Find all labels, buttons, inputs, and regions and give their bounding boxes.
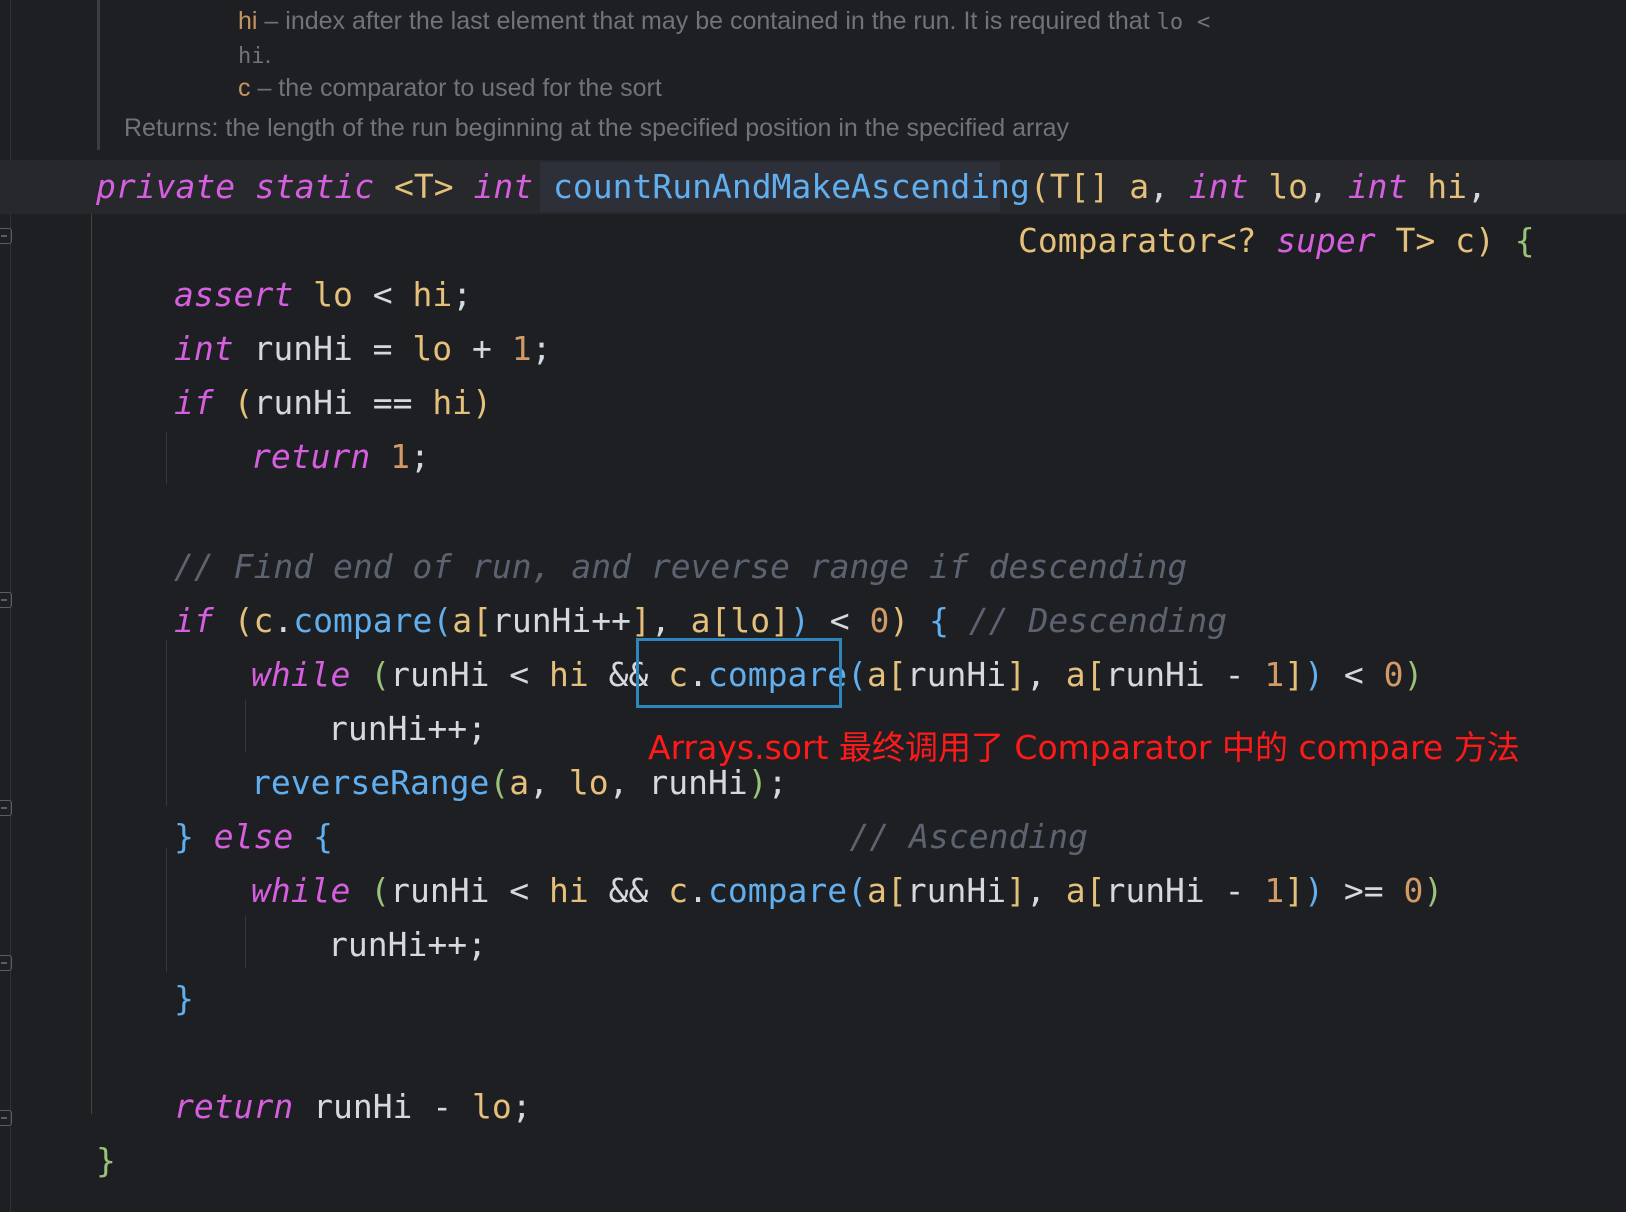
fold-marker-icon[interactable] bbox=[0, 1110, 12, 1126]
fold-marker-icon[interactable] bbox=[0, 592, 12, 608]
javadoc-hi-line: hi – index after the last element that m… bbox=[238, 7, 1211, 35]
indent-guide bbox=[166, 848, 167, 972]
fold-marker-icon[interactable] bbox=[0, 800, 12, 816]
indent-guide bbox=[166, 432, 167, 484]
fold-marker-icon[interactable] bbox=[0, 228, 12, 244]
code-editor[interactable]: hi – index after the last element that m… bbox=[0, 0, 1626, 1212]
indent-guide bbox=[166, 640, 167, 806]
code-line-signature-cont[interactable]: Comparator<? super T> c) { bbox=[1018, 214, 1535, 268]
code-line-if-runhi[interactable]: if (runHi == hi) bbox=[174, 376, 492, 430]
javadoc-c-line: c – the comparator to used for the sort bbox=[238, 74, 662, 102]
javadoc-bar bbox=[97, 0, 100, 150]
code-comment[interactable]: // Find end of run, and reverse range if… bbox=[174, 540, 1187, 594]
code-line-signature[interactable]: private static <T> int countRunAndMakeAs… bbox=[96, 160, 1487, 214]
indent-guide bbox=[245, 916, 246, 968]
code-line-else[interactable]: } else { // Ascending bbox=[174, 810, 1088, 864]
code-line-increment[interactable]: runHi++; bbox=[328, 702, 487, 756]
code-line-int-runhi[interactable]: int runHi = lo + 1; bbox=[174, 322, 552, 376]
javadoc-hi-line-cont: hi. bbox=[238, 41, 272, 69]
code-line-return-runhi[interactable]: return runHi - lo; bbox=[174, 1080, 532, 1134]
code-line-increment[interactable]: runHi++; bbox=[328, 918, 487, 972]
code-line-while-ascending[interactable]: while (runHi < hi && c.compare(a[runHi],… bbox=[251, 864, 1443, 918]
javadoc-returns: Returns: the length of the run beginning… bbox=[124, 114, 1070, 142]
code-line-close-method[interactable]: } bbox=[96, 1134, 116, 1188]
indent-guide bbox=[245, 700, 246, 752]
code-line-close-else[interactable]: } bbox=[174, 972, 194, 1026]
method-name: countRunAndMakeAscending bbox=[553, 167, 1030, 206]
code-line-reverse-range[interactable]: reverseRange(a, lo, runHi); bbox=[251, 756, 788, 810]
code-line-return-one[interactable]: return 1; bbox=[251, 430, 430, 484]
compare-highlight-box bbox=[636, 638, 842, 708]
indent-guide bbox=[91, 214, 92, 1114]
fold-marker-icon[interactable] bbox=[0, 955, 12, 971]
code-line-assert[interactable]: assert lo < hi; bbox=[174, 268, 472, 322]
